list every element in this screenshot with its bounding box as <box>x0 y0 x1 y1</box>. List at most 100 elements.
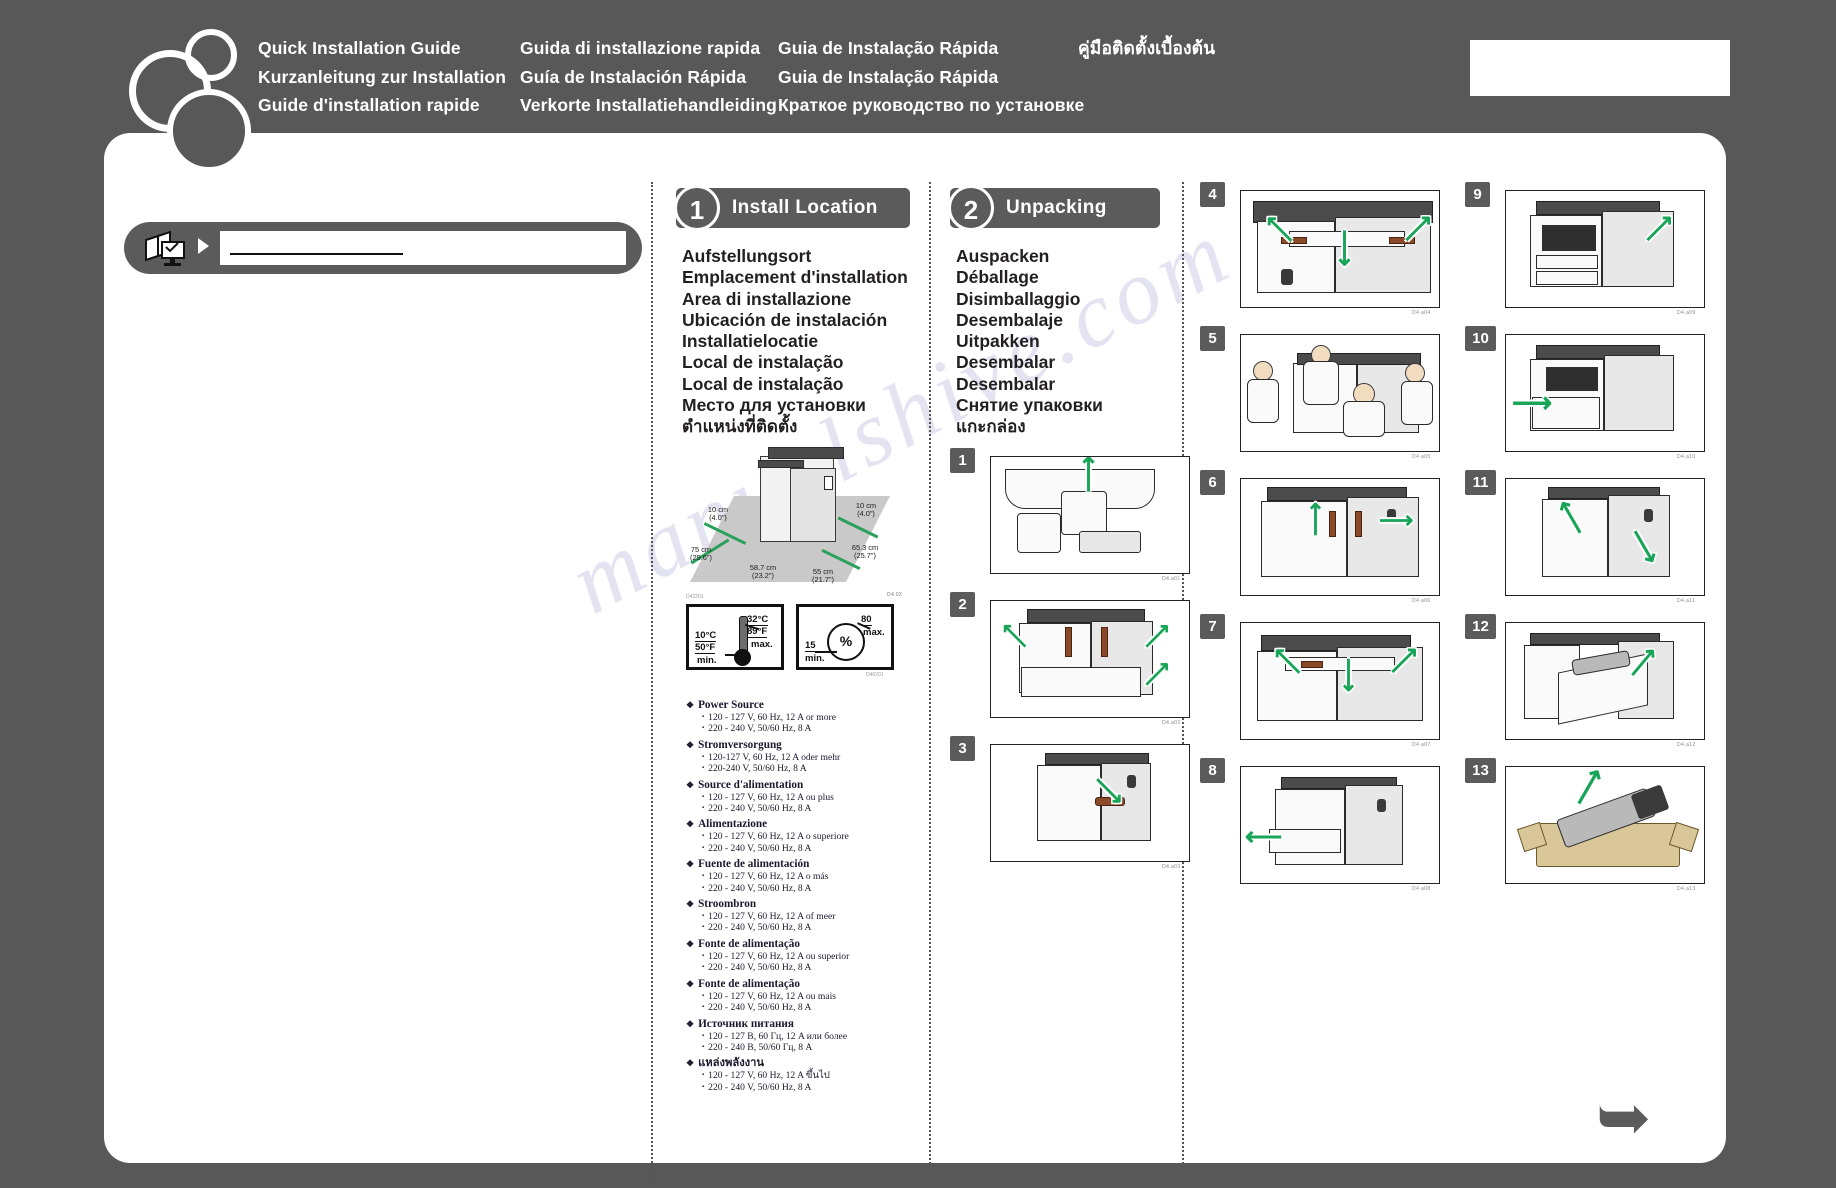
green-arrow-icon: ⟶ <box>1245 823 1283 853</box>
step-figure: ⟶ <box>1505 190 1705 308</box>
power-source-item: 220 - 240 V, 50/60 Hz, 8 A <box>686 723 906 734</box>
step-figure-code: D4.a11 <box>1677 598 1696 604</box>
s1-it: Area di installazione <box>682 288 852 309</box>
step-figure: ⟶ <box>1505 622 1705 740</box>
step-figure: ⟶ ⟶ ⟶ <box>1240 190 1440 308</box>
step-figure: ⟶ ⟶ <box>1505 478 1705 596</box>
power-source-item: 120 - 127 V, 60 Hz, 12 A or more <box>686 712 906 723</box>
power-source-item: 220 - 240 V, 50/60 Hz, 8 A <box>686 922 906 933</box>
title-ru: Краткое руководство по установке <box>778 95 1085 115</box>
manual-reference-rule <box>230 253 403 255</box>
s1-pt-br: Local de instalação <box>682 352 844 373</box>
printer-tray-shape <box>758 460 804 468</box>
step-item: 10 ⟶ D4.a10 <box>1465 326 1711 470</box>
step-figure: ⟶ ⟶ ⟶ <box>1240 622 1440 740</box>
power-source-item: 220 - 240 V, 50/60 Hz, 8 A <box>686 843 906 854</box>
label-machine-depth: 65.3 cm (25.7") <box>851 543 879 561</box>
power-source-item: 220-240 V, 50/60 Hz, 8 A <box>686 763 906 774</box>
humidity-percent-symbol: % <box>827 623 865 661</box>
step-figure: ⟶ ⟶ ⟶ <box>990 600 1190 718</box>
section-install-location: 1 Install Location Aufstellungsort Empla… <box>674 185 910 438</box>
title-column-2: Guida di installazione rapida Guía de In… <box>520 34 778 120</box>
power-source-item: 120 - 127 В, 60 Гц, 12 A или более <box>686 1031 906 1042</box>
power-source-item: 220 - 240 V, 50/60 Hz, 8 A <box>686 883 906 894</box>
printer-panel-shape <box>824 476 833 490</box>
temp-min-c: 10°C <box>695 630 717 642</box>
curved-arrow-icon: ➥ <box>1596 1080 1652 1154</box>
step-number-badge: 9 <box>1465 182 1490 207</box>
thermometer-bulb <box>734 649 751 666</box>
column-divider-1 <box>651 182 653 1188</box>
s1-es: Ubicación de instalación <box>682 309 888 330</box>
step-item: 8 ⟶ D4.a08 <box>1200 758 1446 902</box>
title-pt-br: Guia de Instalação Rápida <box>778 38 999 58</box>
humidity-min-leader <box>815 651 837 653</box>
s2-it: Disimballaggio <box>956 288 1081 309</box>
power-source-item: 120-127 V, 60 Hz, 12 A oder mehr <box>686 752 906 763</box>
section-1-bar: 1 Install Location <box>674 185 910 231</box>
title-pt: Guia de Instalação Rápida <box>778 66 999 87</box>
power-source-group: Alimentazione120 - 127 V, 60 Hz, 12 A o … <box>686 817 906 854</box>
step-figure-code: D4.a03 <box>1162 864 1181 870</box>
power-source-group: แหล่งพลังงาน120 - 127 V, 60 Hz, 12 A ขึ้… <box>686 1056 906 1093</box>
temp-max-word: max. <box>751 639 773 650</box>
power-source-item: 120 - 127 V, 60 Hz, 12 A ขึ้นไป <box>686 1070 906 1081</box>
temperature-figure-code: D42201 <box>686 594 704 600</box>
title-es: Guía de Instalación Rápida <box>520 66 747 87</box>
section-2-translations: Auspacken Déballage Disimballaggio Desem… <box>950 246 1160 438</box>
section-1-translations: Aufstellungsort Emplacement d'installati… <box>676 246 910 438</box>
s2-pt: Desembalar <box>956 373 1056 394</box>
title-th: คู่มือติดตั้งเบื้องต้น <box>1078 38 1216 58</box>
brand-logo-placeholder <box>1470 40 1730 96</box>
step-number-badge: 4 <box>1200 182 1225 207</box>
green-arrow-icon: ⟶ <box>1379 507 1414 534</box>
step-number-badge: 5 <box>1200 326 1225 351</box>
s1-ru: Место для установки <box>682 395 866 416</box>
step-number-badge: 7 <box>1200 614 1225 639</box>
temp-max-c: 32°C <box>747 614 769 626</box>
section-2-bar: 2 Unpacking <box>948 185 1160 231</box>
step-figure-code: D4.a05 <box>1412 454 1431 460</box>
power-source-group: Stroombron120 - 127 V, 60 Hz, 12 A of me… <box>686 897 906 934</box>
s2-ru: Снятие упаковки <box>956 395 1103 416</box>
s2-th: แกะกล่อง <box>956 417 1026 437</box>
bubble-ring-small-icon <box>185 29 237 81</box>
title-it: Guida di installazione rapida <box>520 38 761 58</box>
step-figure <box>1240 334 1440 452</box>
power-source-heading: Stroombron <box>686 897 906 911</box>
power-source-heading: Источник питания <box>686 1017 906 1031</box>
step-figure: ⟶ <box>1505 334 1705 452</box>
section-unpacking: 2 Unpacking Auspacken Déballage Disimbal… <box>948 185 1160 438</box>
step-figure: ⟶ ⟶ <box>1240 478 1440 596</box>
header-titles: Quick Installation Guide Kurzanleitung z… <box>258 34 1438 124</box>
step-item: 9 ⟶ D4.a09 <box>1465 182 1711 326</box>
step-figure: ⟶ <box>1240 766 1440 884</box>
power-source-heading: Source d'alimentation <box>686 778 906 792</box>
s2-fr: Déballage <box>956 267 1039 288</box>
power-source-item: 120 - 127 V, 60 Hz, 12 A ou mais <box>686 991 906 1002</box>
step-figure: ⟶ <box>1505 766 1705 884</box>
manual-reference-field[interactable] <box>220 231 626 265</box>
step-figure-code: D4.a04 <box>1412 310 1431 316</box>
power-source-group: Fonte de alimentação120 - 127 V, 60 Hz, … <box>686 977 906 1014</box>
title-column-1: Quick Installation Guide Kurzanleitung z… <box>258 34 520 120</box>
step-figure-code: D4.a13 <box>1677 886 1696 892</box>
power-source-group: Stromversorgung120-127 V, 60 Hz, 12 A od… <box>686 738 906 775</box>
step-item: 2 ⟶ ⟶ ⟶ D4.a02 <box>950 592 1196 736</box>
title-de: Kurzanleitung zur Installation <box>258 66 507 87</box>
step-number-badge: 10 <box>1465 326 1496 351</box>
green-arrow-icon: ⟶ <box>1330 229 1361 267</box>
power-source-item: 220 - 240 В, 50/60 Гц, 8 A <box>686 1042 906 1053</box>
step-figure: ⟶ <box>990 456 1190 574</box>
humidity-figure-code: D46201 <box>866 672 884 678</box>
section-2-label: Unpacking <box>1006 197 1107 218</box>
quick-installation-guide-page: Quick Installation Guide Kurzanleitung z… <box>0 0 1836 1188</box>
step-item: 11 ⟶ ⟶ D4.a11 <box>1465 470 1711 614</box>
power-source-group: Источник питания120 - 127 В, 60 Гц, 12 A… <box>686 1017 906 1054</box>
step-figure-code: D4.a06 <box>1412 598 1431 604</box>
section-2-number: 2 <box>948 185 994 231</box>
humidity-range-icon: % 80 max. 15 min. <box>796 604 894 670</box>
step-item: 12 ⟶ D4.a12 <box>1465 614 1711 758</box>
printer-scanner-shape <box>768 447 844 459</box>
install-clearance-diagram: 10 cm (4.0") 10 cm (4.0") 75 cm (29.6") … <box>672 446 904 598</box>
